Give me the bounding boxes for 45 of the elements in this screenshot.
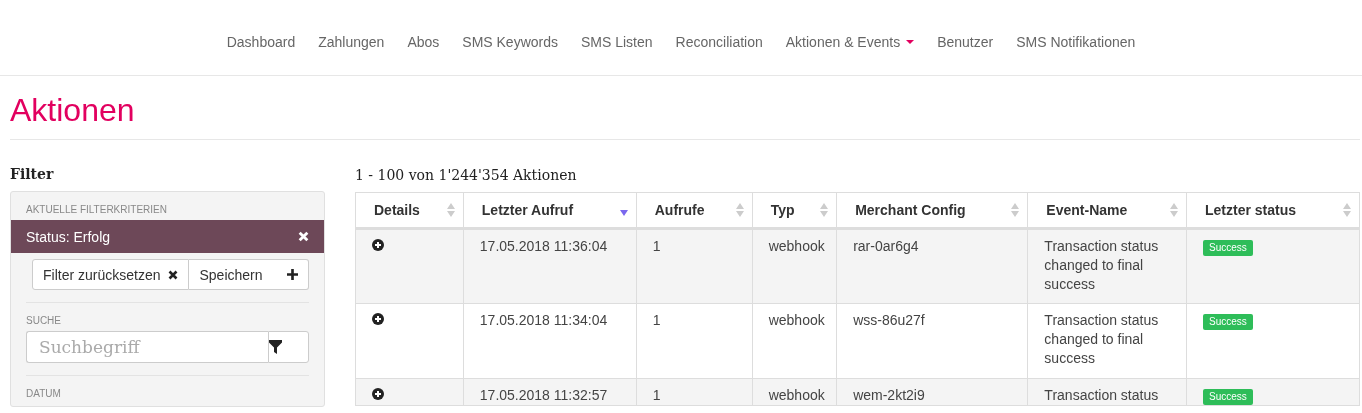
table-cell: 17.05.2018 11:36:04	[463, 228, 637, 304]
nav-link[interactable]: Aktionen & Events	[774, 25, 926, 50]
section-label: SUCHE	[25, 315, 62, 326]
expand-plus-icon[interactable]	[372, 239, 384, 251]
search-field[interactable]: Suchbegriff	[26, 331, 268, 363]
nav-link[interactable]: SMS Keywords	[450, 25, 570, 50]
status-badge: Success	[1203, 240, 1253, 256]
table-cell: wss-86u27f	[836, 303, 1028, 379]
nav-link[interactable]: Reconciliation	[664, 25, 775, 50]
funnel-icon	[269, 340, 282, 354]
table-cell: webhook	[752, 228, 837, 304]
filter-label: Status: Erfolg	[26, 228, 111, 245]
nav-link[interactable]: SMS Notifikationen	[1004, 25, 1147, 50]
filter-heading: Filter	[10, 166, 55, 182]
plus-icon	[287, 269, 298, 280]
nav-link[interactable]: Zahlungen	[306, 25, 396, 50]
section-label: AKTUELLE FILTERKRITERIEN	[25, 204, 168, 215]
nav-link[interactable]: Benutzer	[925, 25, 1005, 50]
section-label: DATUM	[25, 388, 62, 399]
table-cell: webhook	[752, 378, 837, 406]
table-cell: Transaction status	[1027, 378, 1187, 406]
reset-filter-button[interactable]: Filter zurücksetzen	[32, 259, 190, 290]
table-cell: 1	[636, 303, 753, 379]
save-button[interactable]: Speichern	[189, 259, 309, 290]
nav-link[interactable]: SMS Listen	[569, 25, 665, 50]
page-title: Aktionen	[10, 92, 135, 129]
result-count: 1 - 100 von 1'244'354 Aktionen	[355, 167, 577, 183]
expand-plus-icon[interactable]	[372, 388, 384, 400]
table-cell: Transaction status changed to final success	[1027, 303, 1187, 379]
table-cell: wem-2kt2i9	[836, 378, 1028, 406]
status-badge: Success	[1203, 314, 1253, 330]
close-icon[interactable]	[298, 231, 309, 242]
table-cell: 1	[636, 378, 753, 406]
table-cell: 1	[636, 228, 753, 304]
close-icon	[168, 269, 179, 280]
status-badge: Success	[1203, 389, 1253, 405]
expand-plus-icon[interactable]	[372, 313, 384, 325]
table-cell: 17.05.2018 11:34:04	[463, 303, 637, 379]
nav-link[interactable]: Abos	[395, 25, 451, 50]
table-cell: webhook	[752, 303, 837, 379]
table-cell: rar-0ar6g4	[836, 228, 1028, 304]
nav-link[interactable]: Dashboard	[215, 25, 307, 50]
table-cell: 17.05.2018 11:32:57	[463, 378, 637, 406]
table-cell: Transaction status changed to final success	[1027, 228, 1187, 304]
filter-button[interactable]	[268, 331, 309, 363]
